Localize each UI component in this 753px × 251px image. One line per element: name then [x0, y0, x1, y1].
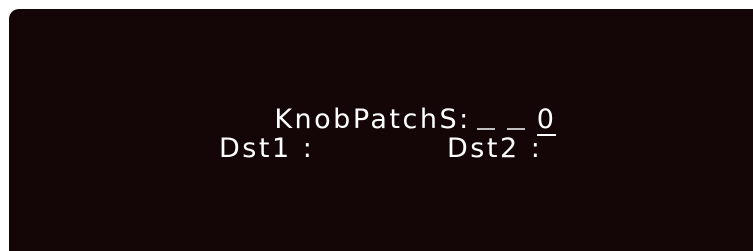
dst2-label: Dst2 :	[447, 133, 543, 164]
knob-patch-label: KnobPatchS:	[274, 104, 471, 135]
knob-patch-value: 0	[536, 104, 557, 136]
empty-digit-slot	[506, 128, 525, 130]
lcd-display: KnobPatchS: 0 Dst1 : Dst2 :	[9, 9, 753, 251]
empty-digit-slot	[476, 128, 495, 130]
dst1-label: Dst1 :	[219, 133, 315, 164]
